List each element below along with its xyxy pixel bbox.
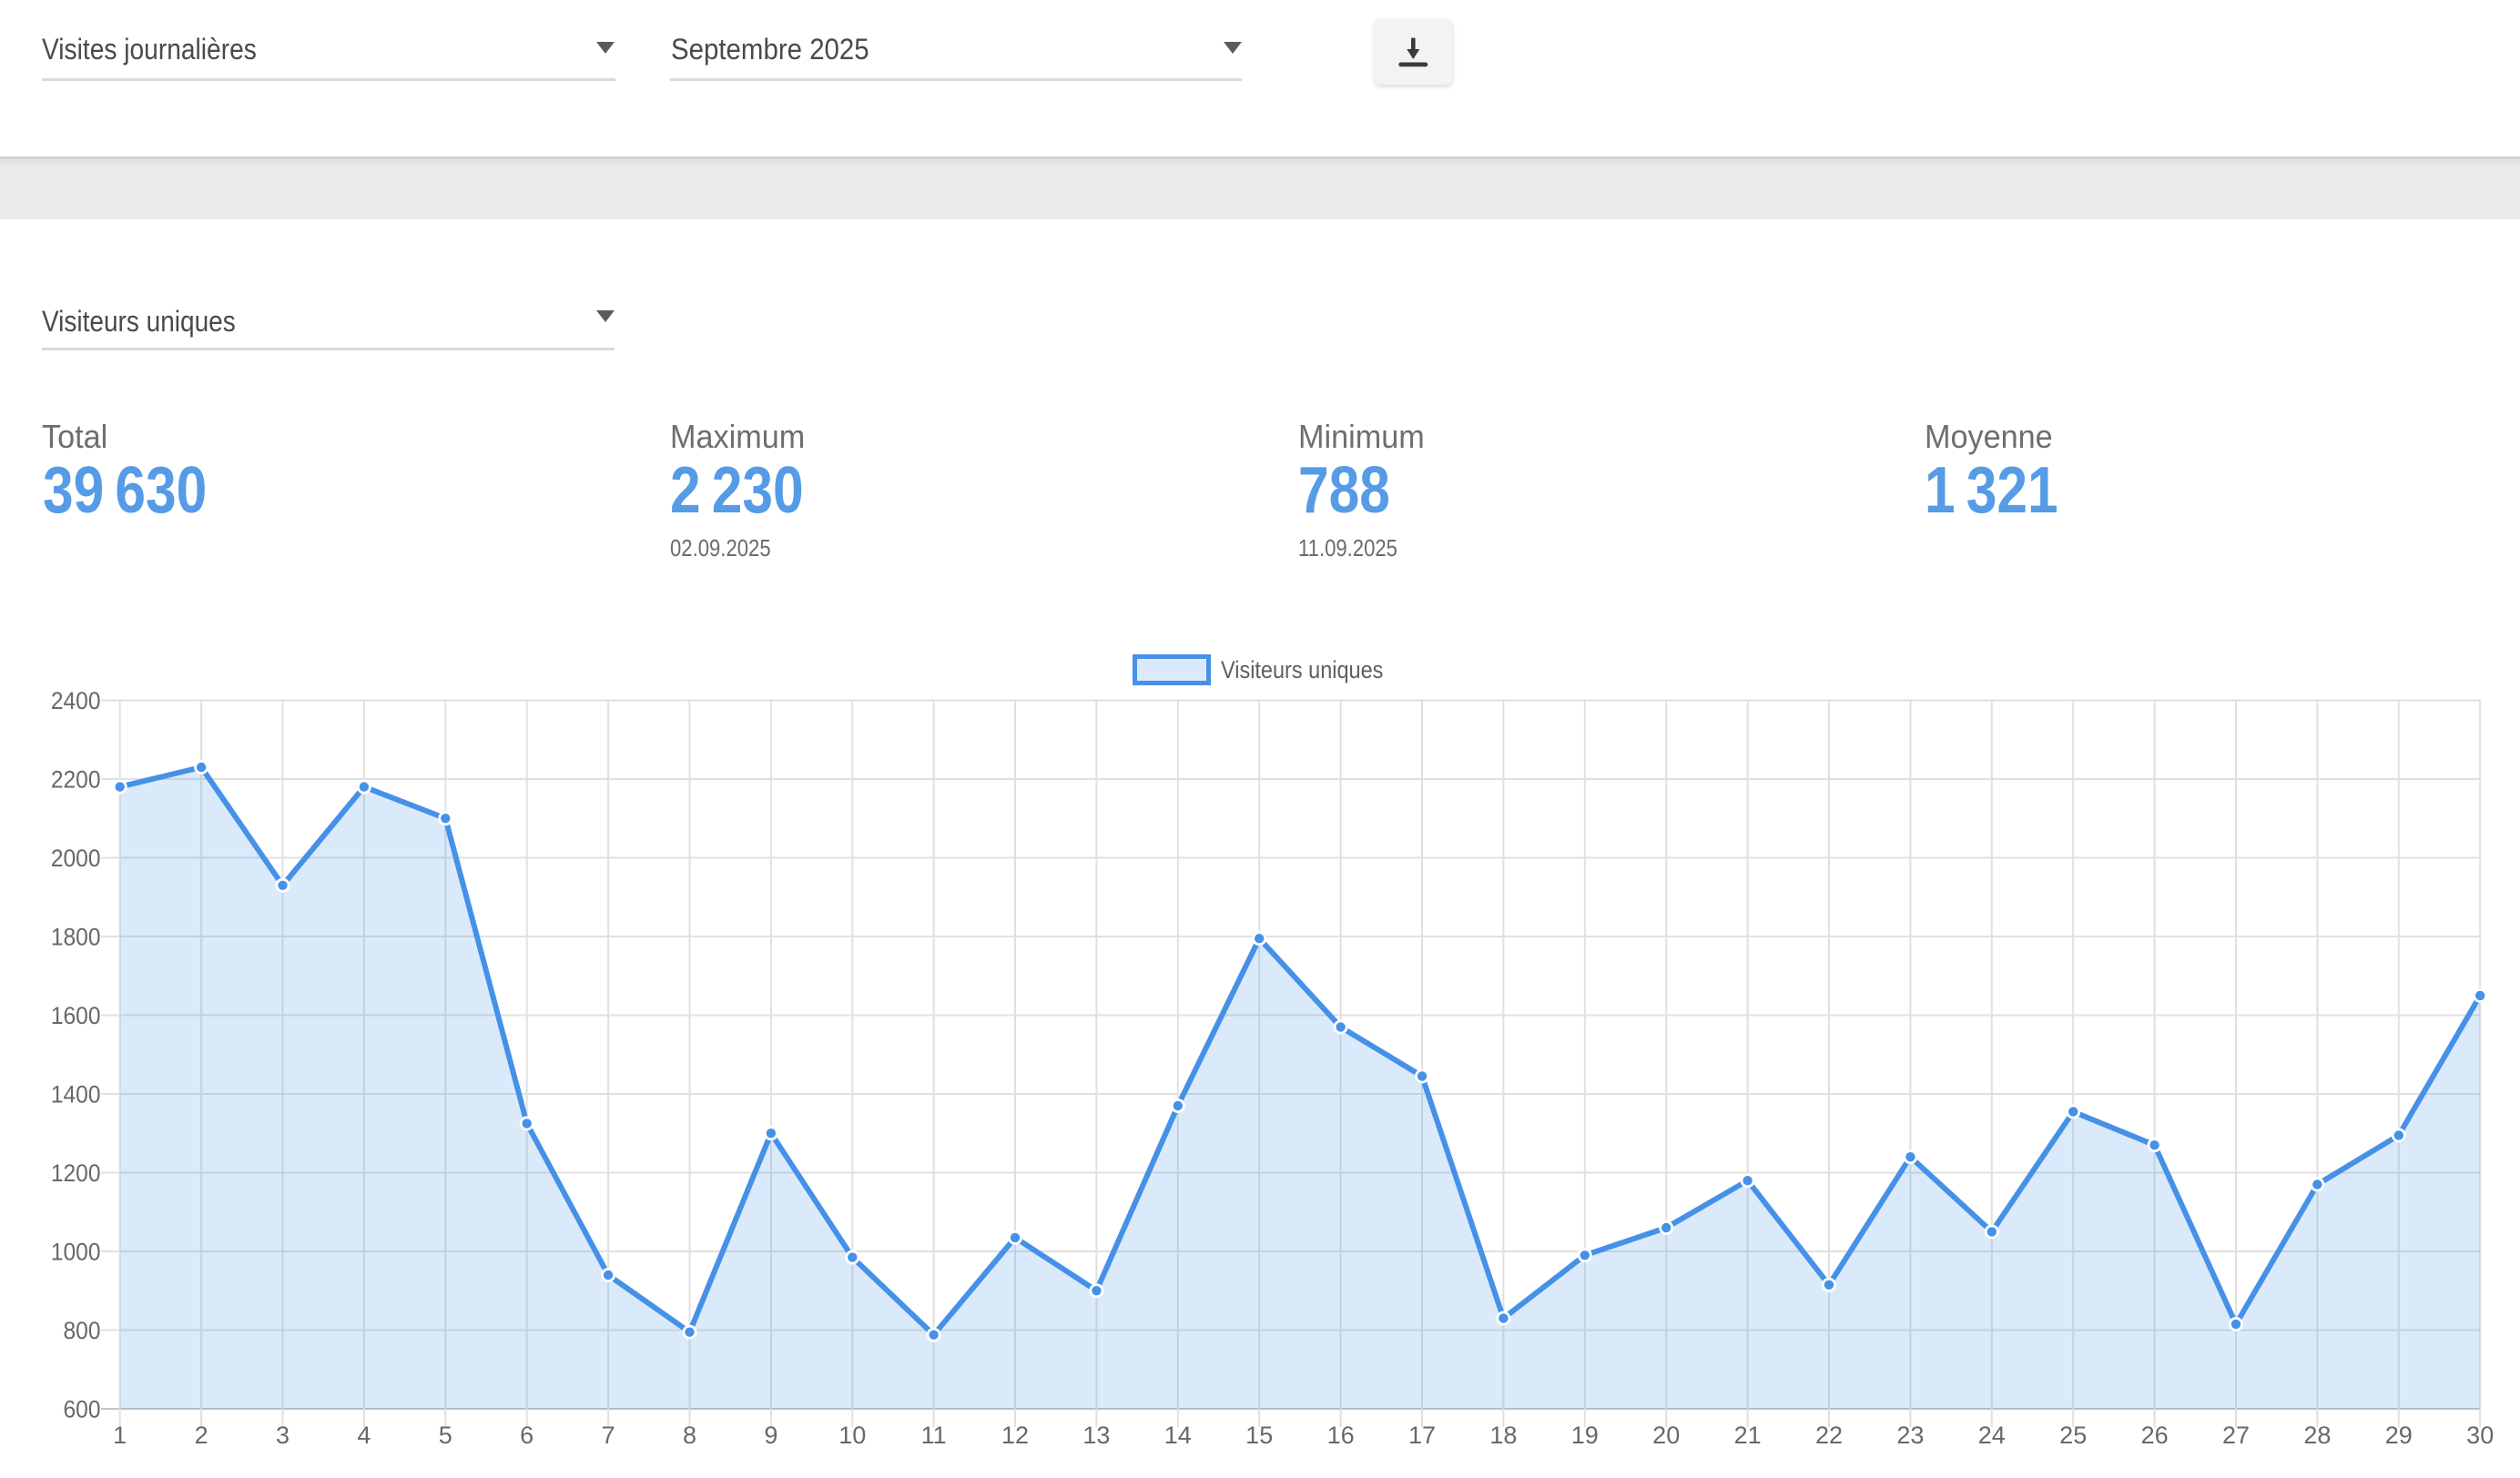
svg-text:28: 28 (2303, 1422, 2331, 1449)
svg-text:1200: 1200 (51, 1160, 101, 1187)
svg-text:13: 13 (1082, 1422, 1110, 1449)
svg-text:16: 16 (1327, 1422, 1355, 1449)
svg-text:3: 3 (276, 1422, 290, 1449)
svg-text:8: 8 (683, 1422, 696, 1449)
svg-text:17: 17 (1408, 1422, 1436, 1449)
svg-text:23: 23 (1896, 1422, 1924, 1449)
svg-text:29: 29 (2385, 1422, 2413, 1449)
svg-text:1: 1 (113, 1422, 127, 1449)
svg-text:1600: 1600 (51, 1003, 101, 1029)
svg-text:11: 11 (921, 1422, 947, 1449)
svg-text:21: 21 (1734, 1422, 1762, 1449)
svg-text:6: 6 (520, 1422, 533, 1449)
svg-text:4: 4 (357, 1422, 371, 1449)
svg-text:10: 10 (838, 1422, 866, 1449)
svg-text:5: 5 (439, 1422, 452, 1449)
svg-text:27: 27 (2222, 1422, 2250, 1449)
svg-text:18: 18 (1489, 1422, 1517, 1449)
svg-text:22: 22 (1815, 1422, 1843, 1449)
svg-text:9: 9 (764, 1422, 777, 1449)
svg-text:24: 24 (1978, 1422, 2006, 1449)
svg-text:26: 26 (2141, 1422, 2169, 1449)
svg-text:7: 7 (602, 1422, 615, 1449)
svg-text:Visiteurs uniques: Visiteurs uniques (1221, 657, 1383, 684)
svg-text:2400: 2400 (51, 688, 101, 714)
svg-text:1000: 1000 (51, 1239, 101, 1265)
svg-text:600: 600 (64, 1396, 101, 1422)
svg-text:2000: 2000 (51, 845, 101, 872)
svg-text:15: 15 (1245, 1422, 1273, 1449)
svg-text:25: 25 (2059, 1422, 2087, 1449)
svg-text:2: 2 (195, 1422, 208, 1449)
svg-text:1800: 1800 (51, 924, 101, 950)
svg-text:20: 20 (1652, 1422, 1680, 1449)
svg-text:19: 19 (1571, 1422, 1599, 1449)
svg-text:1400: 1400 (51, 1081, 101, 1108)
svg-text:12: 12 (1001, 1422, 1029, 1449)
svg-text:30: 30 (2466, 1422, 2494, 1449)
svg-text:2200: 2200 (51, 766, 101, 793)
svg-text:14: 14 (1164, 1422, 1192, 1449)
svg-text:800: 800 (64, 1318, 101, 1344)
